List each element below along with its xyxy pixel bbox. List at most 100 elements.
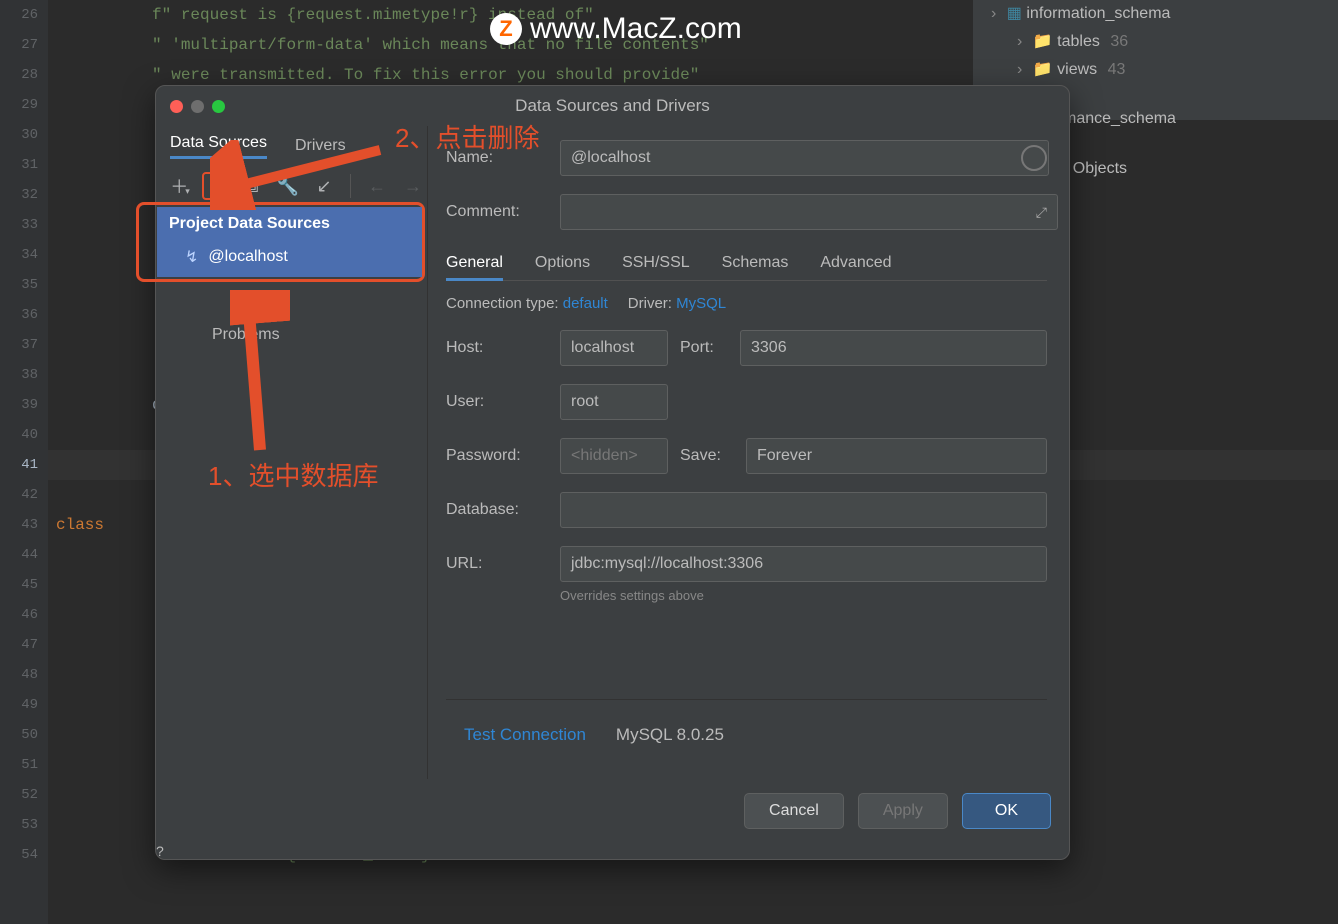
line-number: 26 [0, 0, 48, 30]
chevron-right-icon: › [1017, 61, 1022, 78]
line-number: 29 [0, 90, 48, 120]
line-number: 47 [0, 630, 48, 660]
line-number: 49 [0, 690, 48, 720]
wrench-icon[interactable]: 🔧 [274, 172, 302, 200]
line-number: 35 [0, 270, 48, 300]
line-number: 48 [0, 660, 48, 690]
tab-drivers[interactable]: Drivers [295, 137, 346, 155]
remove-icon[interactable]: − [202, 172, 230, 200]
form-tabs: General Options SSH/SSL Schemas Advanced [446, 254, 1047, 281]
driver-label: Driver: [628, 295, 672, 312]
line-number: 53 [0, 810, 48, 840]
password-label: Password: [446, 447, 548, 465]
database-input[interactable] [560, 492, 1047, 528]
apply-button[interactable]: Apply [858, 793, 948, 829]
port-label: Port: [680, 339, 728, 357]
line-number: 46 [0, 600, 48, 630]
sidebar-toolbar: ＋▾ − ⧉ 🔧 ↙ ← → [156, 166, 427, 206]
dialog-footer: Test Connection MySQL 8.0.25 [446, 699, 1047, 769]
user-label: User: [446, 393, 548, 411]
datasource-icon: ↯ [185, 247, 198, 267]
sidebar-section-problems[interactable]: Problems [156, 282, 427, 344]
host-input[interactable]: localhost [560, 330, 668, 366]
watermark-logo-icon: Z [490, 13, 522, 45]
sidebar-item-localhost[interactable]: ↯ @localhost [157, 241, 422, 277]
sidebar-item-label: @localhost [208, 248, 287, 266]
url-input[interactable]: jdbc:mysql://localhost:3306 [560, 546, 1047, 582]
tab-data-sources[interactable]: Data Sources [170, 134, 267, 159]
line-number: 36 [0, 300, 48, 330]
ok-button[interactable]: OK [962, 793, 1051, 829]
back-icon[interactable]: ← [363, 172, 391, 200]
tab-advanced[interactable]: Advanced [820, 254, 891, 274]
dialog-titlebar: Data Sources and Drivers [156, 86, 1069, 126]
line-number: 32 [0, 180, 48, 210]
comment-input[interactable] [560, 194, 1058, 230]
close-icon[interactable] [170, 100, 183, 113]
save-select[interactable]: Forever [746, 438, 1047, 474]
tab-schemas[interactable]: Schemas [722, 254, 789, 274]
line-number: 44 [0, 540, 48, 570]
connection-type-label: Connection type: [446, 295, 559, 312]
name-input[interactable]: @localhost [560, 140, 1049, 176]
connection-type-link[interactable]: default [563, 295, 608, 312]
line-number: 41 [0, 450, 48, 480]
line-number: 39 [0, 390, 48, 420]
save-label: Save: [680, 447, 734, 465]
editor-gutter: 2627282930313233343536373839404142434445… [0, 0, 48, 924]
sidebar-selection-highlight: Project Data Sources ↯ @localhost [136, 202, 425, 282]
expand-icon[interactable]: ⤢ [1036, 204, 1047, 221]
cancel-button[interactable]: Cancel [744, 793, 844, 829]
port-input[interactable]: 3306 [740, 330, 1047, 366]
line-number: 30 [0, 120, 48, 150]
db-item-performance-schema[interactable]: mance_schema [1063, 110, 1338, 128]
copy-icon[interactable]: ⧉ [238, 172, 266, 200]
db-item-information-schema[interactable]: › ▦ information_schema [973, 0, 1338, 28]
make-global-icon[interactable]: ↙ [310, 172, 338, 200]
watermark: Z www.MacZ.com [490, 12, 742, 46]
host-label: Host: [446, 339, 548, 357]
dialog-title-text: Data Sources and Drivers [515, 96, 710, 115]
color-picker-icon[interactable] [1021, 145, 1047, 171]
chevron-right-icon: › [991, 5, 996, 22]
line-number: 54 [0, 840, 48, 870]
line-number: 50 [0, 720, 48, 750]
sidebar-section-project-data-sources: Project Data Sources [157, 207, 422, 241]
line-number: 51 [0, 750, 48, 780]
maximize-icon[interactable] [212, 100, 225, 113]
test-connection-link[interactable]: Test Connection [464, 725, 586, 745]
add-icon[interactable]: ＋▾ [166, 172, 194, 200]
minimize-icon[interactable] [191, 100, 204, 113]
db-item-views[interactable]: › 📁 views 43 [973, 56, 1338, 84]
line-number: 33 [0, 210, 48, 240]
dialog-form: Name: @localhost Comment: ⤢ General Opti… [428, 126, 1069, 779]
driver-link[interactable]: MySQL [676, 295, 726, 312]
help-icon[interactable]: ? [156, 843, 1069, 859]
db-server-objects[interactable]: r Objects [1063, 160, 1338, 178]
line-number: 42 [0, 480, 48, 510]
line-number: 38 [0, 360, 48, 390]
url-hint: Overrides settings above [560, 588, 1047, 603]
line-number: 37 [0, 330, 48, 360]
dialog-button-bar: Cancel Apply OK [156, 779, 1069, 843]
line-number: 43 [0, 510, 48, 540]
watermark-text: www.MacZ.com [530, 12, 742, 46]
name-label: Name: [446, 149, 548, 167]
tab-general[interactable]: General [446, 254, 503, 281]
tab-options[interactable]: Options [535, 254, 590, 274]
chevron-right-icon: › [1017, 33, 1022, 50]
forward-icon[interactable]: → [399, 172, 427, 200]
line-number: 31 [0, 150, 48, 180]
user-input[interactable]: root [560, 384, 668, 420]
database-label: Database: [446, 501, 548, 519]
password-input[interactable]: <hidden> [560, 438, 668, 474]
line-number: 27 [0, 30, 48, 60]
line-number: 52 [0, 780, 48, 810]
line-number: 45 [0, 570, 48, 600]
tab-ssh-ssl[interactable]: SSH/SSL [622, 254, 690, 274]
dialog-sidebar: Data Sources Drivers ＋▾ − ⧉ 🔧 ↙ ← → Proj… [156, 126, 428, 779]
driver-version: MySQL 8.0.25 [616, 725, 724, 745]
comment-label: Comment: [446, 203, 548, 221]
line-number: 40 [0, 420, 48, 450]
db-item-tables[interactable]: › 📁 tables 36 [973, 28, 1338, 56]
